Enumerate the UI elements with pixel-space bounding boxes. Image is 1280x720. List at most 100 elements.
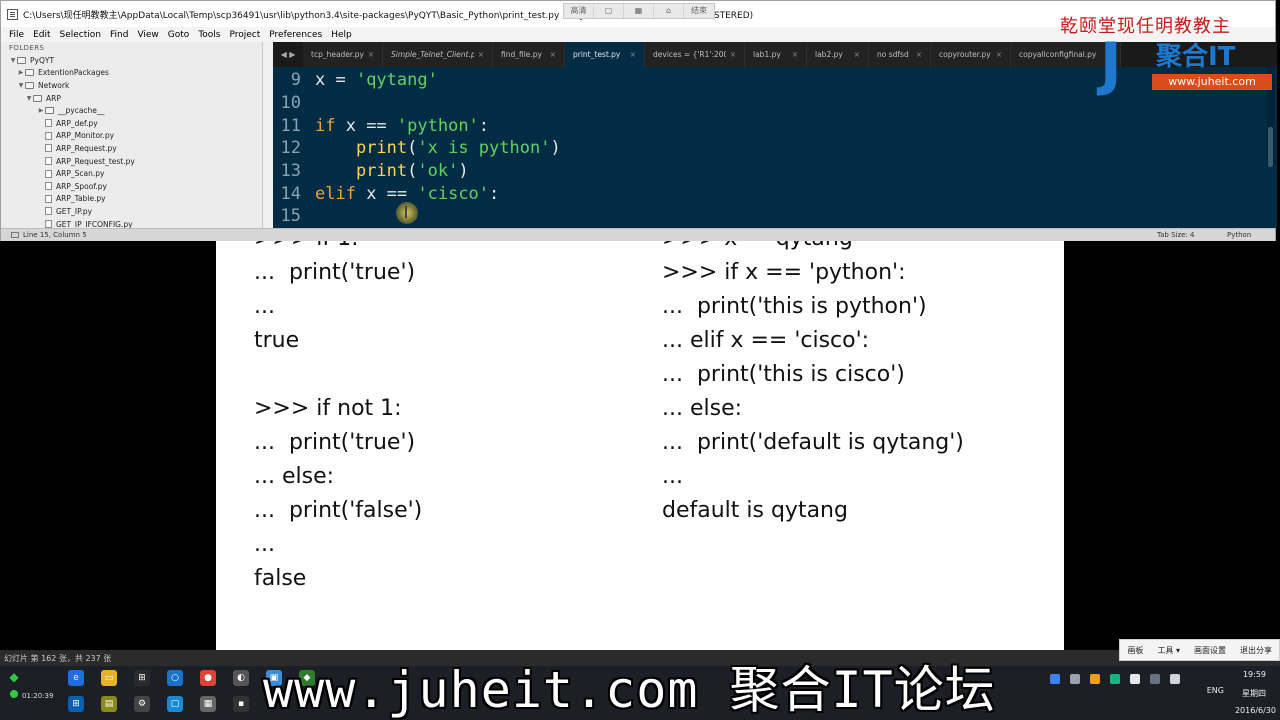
tab-copyrouter[interactable]: copyrouter.py ×: [931, 42, 1011, 67]
sidebar-file[interactable]: ARP_Table.py: [1, 193, 262, 206]
menu-view[interactable]: View: [137, 30, 158, 40]
tab-tcp-header[interactable]: tcp_header.py ×: [303, 42, 383, 67]
disclosure-closed-icon[interactable]: ▶: [37, 107, 45, 114]
slide-right-column: >>> x = 'qytang' >>> if x == 'python': .…: [662, 241, 964, 528]
clock-weekday: 星期四: [1242, 689, 1266, 698]
toolbar-button-2[interactable]: ▢: [594, 4, 624, 18]
menu-goto[interactable]: Goto: [168, 30, 190, 40]
tab-find-file[interactable]: find_file.py ×: [493, 42, 565, 67]
menu-selection[interactable]: Selection: [60, 30, 101, 40]
slide-line: false: [254, 566, 307, 591]
file-icon: [45, 131, 52, 140]
gear-icon[interactable]: ⚙: [134, 696, 150, 712]
sidebar-item-network[interactable]: ▼ Network: [1, 79, 262, 92]
tab-size[interactable]: Tab Size: 4: [1157, 231, 1194, 239]
close-icon[interactable]: ×: [996, 50, 1002, 59]
input-language[interactable]: ENG: [1207, 686, 1224, 695]
tray-icon[interactable]: [1070, 674, 1080, 684]
tools-button[interactable]: 工具 ▾: [1150, 640, 1187, 660]
menu-preferences[interactable]: Preferences: [269, 30, 322, 40]
disclosure-open-icon[interactable]: ▼: [25, 95, 33, 102]
close-icon[interactable]: ×: [550, 50, 556, 59]
sidebar-file[interactable]: ARP_Spoof.py: [1, 180, 262, 193]
sidebar-file[interactable]: GET_IP_IFCONFIG.py: [1, 218, 262, 228]
code-line: 15: [273, 205, 1277, 228]
file-icon: [45, 220, 52, 228]
close-icon[interactable]: ×: [792, 50, 798, 59]
line-number: 14: [280, 183, 301, 204]
toolbar-button-4[interactable]: ⌂: [654, 4, 684, 18]
disclosure-open-icon[interactable]: ▼: [17, 82, 25, 89]
disclosure-closed-icon[interactable]: ▶: [17, 69, 25, 76]
toolbar-button-3[interactable]: ▦: [624, 4, 654, 18]
close-icon[interactable]: ×: [368, 50, 374, 59]
clock-time[interactable]: 19:59: [1243, 670, 1266, 679]
tab-scroll-arrows-icon[interactable]: ◀ ▶: [273, 42, 303, 67]
menu-find[interactable]: Find: [110, 30, 128, 40]
close-icon[interactable]: ×: [916, 50, 922, 59]
slide-line: >>> if not 1:: [254, 396, 402, 421]
sidebar-file[interactable]: GET_IP.py: [1, 205, 262, 218]
app-icon[interactable]: ▪: [233, 696, 249, 712]
menu-project[interactable]: Project: [229, 30, 260, 40]
screen-settings-button[interactable]: 画面设置: [1187, 640, 1233, 660]
sidebar-file[interactable]: ARP_def.py: [1, 117, 262, 130]
sidebar-file[interactable]: ARP_Scan.py: [1, 167, 262, 180]
hd-button[interactable]: 高清: [564, 4, 594, 18]
volume-icon[interactable]: [1170, 674, 1180, 684]
search-app-icon[interactable]: ○: [167, 670, 183, 686]
tab-lab1[interactable]: lab1.py ×: [745, 42, 807, 67]
sidebar-item-pyqyt[interactable]: ▼ PyQYT: [1, 54, 262, 67]
edge-icon[interactable]: e: [68, 670, 84, 686]
tray-icon[interactable]: [1150, 674, 1160, 684]
tab-print-test[interactable]: print_test.py ×: [565, 42, 645, 67]
end-button[interactable]: 结束: [684, 4, 714, 18]
folder-icon: [25, 81, 34, 89]
close-icon[interactable]: ×: [730, 50, 736, 59]
code-line: 14 elif x == 'cisco':: [273, 182, 1277, 205]
tab-devices[interactable]: devices = {'R1':2001,×: [645, 42, 745, 67]
slide-line: ...: [662, 464, 683, 489]
tab-simple-telnet-client[interactable]: Simple_Telnet_Client.py ×: [383, 42, 493, 67]
exit-share-button[interactable]: 退出分享: [1233, 640, 1279, 660]
explorer-icon[interactable]: ▭: [101, 670, 117, 686]
panel-toggle-icon[interactable]: [11, 232, 19, 238]
app-icon[interactable]: ⊞: [68, 696, 84, 712]
chrome-icon[interactable]: ●: [200, 670, 216, 686]
tray-icon[interactable]: [1050, 674, 1060, 684]
close-icon[interactable]: ×: [478, 50, 484, 59]
tray-icon[interactable]: [1110, 674, 1120, 684]
close-icon[interactable]: ×: [630, 50, 636, 59]
sidebar-file[interactable]: ARP_Monitor.py: [1, 130, 262, 143]
presentation-slide: >>> if 1: ... print('true') ... true >>>…: [216, 241, 1064, 650]
file-icon: [45, 207, 52, 216]
menu-help[interactable]: Help: [331, 30, 352, 40]
sidebar-file[interactable]: ARP_Request_test.py: [1, 155, 262, 168]
sidebar-item-extentionpackages[interactable]: ▶ ExtentionPackages: [1, 67, 262, 80]
sidebar-item-arp[interactable]: ▼ ARP: [1, 92, 262, 105]
store-icon[interactable]: ⊞: [134, 670, 150, 686]
start-icon[interactable]: ◆: [4, 670, 24, 686]
system-tray: ENG 19:59 星期四 2016/6/30: [1050, 666, 1280, 720]
taskbar-apps-row-2: ⊞ ▤ ⚙ ▢ ▦ ▪: [68, 696, 266, 712]
menu-tools[interactable]: Tools: [198, 30, 220, 40]
app-icon[interactable]: ▤: [101, 696, 117, 712]
menu-edit[interactable]: Edit: [33, 30, 50, 40]
app-icon[interactable]: ▢: [167, 696, 183, 712]
app-icon[interactable]: ▦: [200, 696, 216, 712]
close-icon[interactable]: ×: [854, 50, 860, 59]
sublime-app-icon: [7, 8, 18, 20]
sidebar-item-pycache[interactable]: ▶ __pycache__: [1, 104, 262, 117]
disclosure-open-icon[interactable]: ▼: [9, 57, 17, 64]
app-icon[interactable]: ◐: [233, 670, 249, 686]
share-toolbar: 画板 工具 ▾ 画面设置 退出分享: [1119, 639, 1280, 661]
sidebar-file[interactable]: ARP_Request.py: [1, 142, 262, 155]
whiteboard-button[interactable]: 画板: [1120, 640, 1150, 660]
slide-line: ...: [254, 532, 275, 557]
menu-file[interactable]: File: [9, 30, 24, 40]
tray-icon[interactable]: [1130, 674, 1140, 684]
tab-no-sdfsd[interactable]: no sdfsd ×: [869, 42, 931, 67]
syntax-label[interactable]: Python: [1227, 231, 1251, 239]
tray-icon[interactable]: [1090, 674, 1100, 684]
tab-lab2[interactable]: lab2.py ×: [807, 42, 869, 67]
